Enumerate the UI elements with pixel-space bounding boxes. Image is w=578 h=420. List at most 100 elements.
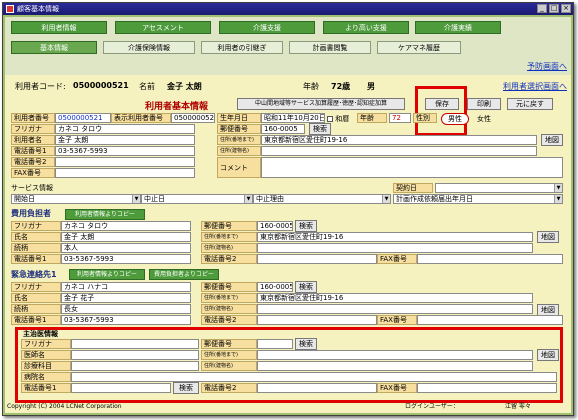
em-furigana-label: フリガナ: [11, 282, 61, 292]
user-age: 72歳: [331, 82, 351, 91]
payer-zip[interactable]: 160-0005: [257, 221, 293, 231]
emergency-copy-user-button[interactable]: 利用者情報よりコピー: [69, 269, 145, 280]
comment-field[interactable]: [261, 157, 563, 178]
maximize-icon[interactable]: □: [549, 4, 559, 13]
disp-no[interactable]: 0500000521: [171, 113, 215, 123]
payer-title: 費用負担者: [11, 209, 51, 218]
doc-addr1[interactable]: [257, 350, 533, 360]
revert-button[interactable]: 元に戻す: [507, 98, 553, 110]
payer-furigana-label: フリガナ: [11, 221, 61, 231]
tab-basic-info[interactable]: 基本情報: [11, 41, 97, 54]
doc-furigana[interactable]: [71, 339, 199, 349]
birth-field[interactable]: 昭和11年10月20日: [261, 113, 325, 123]
doc-dept-label: 診療科目: [21, 361, 71, 371]
sex-female-option[interactable]: 女性: [477, 114, 491, 124]
age-label: 年齢: [303, 82, 319, 91]
doc-tel1[interactable]: [71, 383, 171, 393]
start-date-select[interactable]: 開始日 ▼: [11, 194, 141, 204]
doc-zip[interactable]: [257, 339, 293, 349]
tel1-field[interactable]: 03-5367-5993: [55, 146, 195, 156]
payer-zip-label: 郵便番号: [201, 221, 257, 231]
minimize-icon[interactable]: _: [537, 4, 547, 13]
user-no-label: 利用者番号: [11, 113, 55, 123]
addr2-field[interactable]: [261, 146, 537, 156]
payer-fax-label: FAX番号: [377, 254, 417, 264]
payer-tel1[interactable]: 03-5367-5993: [61, 254, 191, 264]
em-zip[interactable]: 160-0005: [257, 282, 293, 292]
em-addr2[interactable]: [257, 304, 533, 314]
history-button[interactable]: 中山間地域等サービス加算履歴･徳歴･認知症加算: [237, 98, 405, 110]
tab-caremanager-history[interactable]: ケアマネ履歴: [377, 41, 461, 54]
payer-rel[interactable]: 本人: [61, 243, 191, 253]
doc-tel2[interactable]: [257, 383, 377, 393]
payer-search-button[interactable]: 検索: [295, 220, 317, 232]
payer-copy-button[interactable]: 利用者情報よりコピー: [65, 209, 145, 220]
em-fax[interactable]: [417, 315, 563, 325]
doc-hospital[interactable]: [71, 372, 557, 382]
age-field-label: 年齢: [357, 113, 387, 123]
username-field[interactable]: 金子 太朗: [55, 135, 195, 145]
doc-hospital-search-button[interactable]: 検索: [173, 382, 199, 394]
stop-date-select[interactable]: 中止日 ▼: [141, 194, 253, 204]
birth-label: 生年月日: [217, 113, 261, 123]
addr1-field[interactable]: 東京都新宿区愛住町19-16: [261, 135, 537, 145]
window-title: 顧客基本情報: [17, 5, 59, 13]
tel2-field[interactable]: [55, 157, 195, 167]
preview-link[interactable]: 予防画面へ: [527, 61, 567, 72]
payer-map-button[interactable]: 地図: [537, 231, 559, 243]
payer-furigana[interactable]: カネコ タロウ: [61, 221, 191, 231]
print-button[interactable]: 印刷: [467, 98, 501, 110]
name-label: 名前: [139, 82, 155, 91]
doc-name[interactable]: [71, 350, 199, 360]
payer-addr1[interactable]: 東京都新宿区愛住町19-16: [257, 232, 533, 242]
doc-dept[interactable]: [71, 361, 199, 371]
payer-fax[interactable]: [417, 254, 563, 264]
em-tel2[interactable]: [257, 315, 377, 325]
em-rel[interactable]: 長女: [61, 304, 191, 314]
nav-user-info[interactable]: 利用者情報: [11, 21, 107, 34]
furigana-field[interactable]: カネコ タロウ: [55, 124, 195, 134]
tab-plan-view[interactable]: 計画書閲覧: [289, 41, 371, 54]
user-summary-bar: 利用者コード: 0500000521 名前 金子 太朗 年齢 72歳 男 利用者…: [5, 79, 571, 95]
user-code: 0500000521: [73, 81, 129, 90]
em-tel1[interactable]: 03-5367-5993: [61, 315, 191, 325]
user-map-button[interactable]: 地図: [541, 134, 563, 146]
nav-care-results[interactable]: 介護実績: [415, 21, 501, 34]
nav-care-support[interactable]: 介護支援: [219, 21, 315, 34]
payer-name[interactable]: 金子 太朗: [61, 232, 191, 242]
contract-date-select[interactable]: ▼: [435, 183, 563, 193]
em-furigana[interactable]: カネコ ハナコ: [61, 282, 191, 292]
zip-search-button[interactable]: 検索: [309, 123, 331, 135]
payer-tel1-label: 電話番号1: [11, 254, 61, 264]
age-field[interactable]: 72: [389, 113, 411, 123]
user-select-link[interactable]: 利用者選択画面へ: [503, 81, 567, 92]
fax-field[interactable]: [55, 168, 195, 178]
payer-addr2[interactable]: [257, 243, 533, 253]
nav-advanced-support[interactable]: より高い支援: [323, 21, 409, 34]
plan-date-select[interactable]: 計画作成依頼届出年月日 ▼: [393, 194, 563, 204]
close-icon[interactable]: ×: [561, 4, 571, 13]
user-no[interactable]: 0500000521: [55, 113, 111, 123]
em-search-button[interactable]: 検索: [295, 281, 317, 293]
zip-field[interactable]: 160-0005: [261, 124, 305, 134]
stop-reason-select[interactable]: 中止理由 ▼: [253, 194, 391, 204]
nav-assessment[interactable]: アセスメント: [115, 21, 211, 34]
em-addr1[interactable]: 東京都新宿区愛住町19-16: [257, 293, 533, 303]
sex-male-option[interactable]: 男性: [441, 113, 469, 125]
payer-tel2[interactable]: [257, 254, 377, 264]
doc-addr2[interactable]: [257, 361, 533, 371]
doc-search-button[interactable]: 検索: [295, 338, 317, 350]
user-name: 金子 太朗: [167, 82, 202, 91]
em-name[interactable]: 金子 花子: [61, 293, 191, 303]
tab-user-handover[interactable]: 利用者の引継ぎ: [201, 41, 283, 54]
payer-addr1-label: 住所(番地まで): [201, 232, 257, 242]
stop-date-label: 中止日: [144, 195, 165, 203]
doc-map-button[interactable]: 地図: [537, 349, 559, 361]
tab-insurance-info[interactable]: 介護保険情報: [103, 41, 195, 54]
emergency-copy-payer-button[interactable]: 費用負担者よりコピー: [149, 269, 219, 280]
sex-label: 性別: [413, 113, 437, 123]
payer-tel2-label: 電話番号2: [201, 254, 257, 264]
era-label: 和暦: [335, 115, 350, 123]
doc-fax[interactable]: [417, 383, 557, 393]
footer: Copyright (C) 2004 LCNet Corporation ログイ…: [5, 401, 571, 413]
